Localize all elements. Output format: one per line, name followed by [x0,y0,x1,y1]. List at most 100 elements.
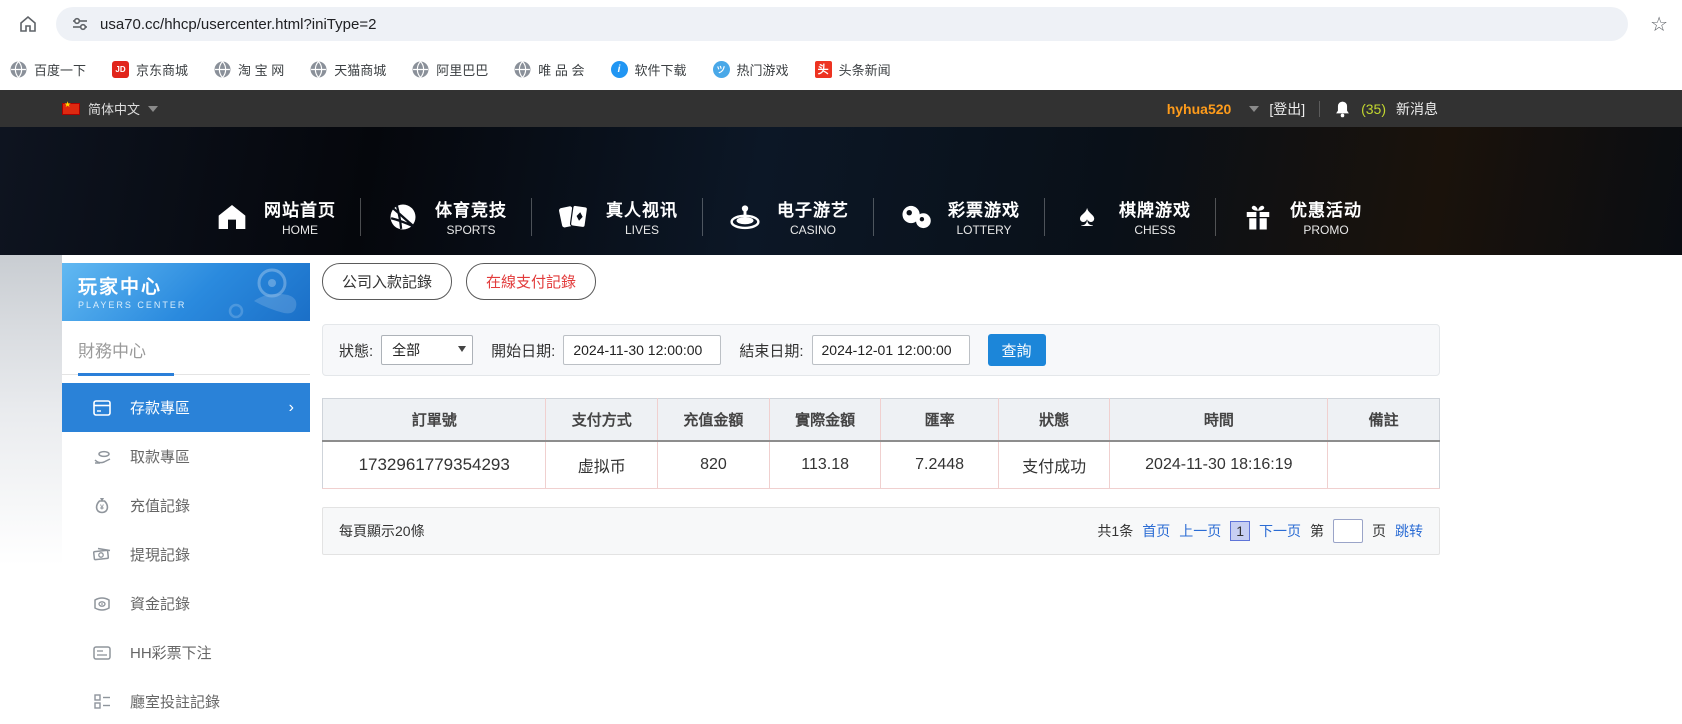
hand-money-icon [92,449,112,465]
cell-pay-method: 虚拟币 [545,440,658,489]
bookmark-vip[interactable]: 唯 品 会 [514,60,585,79]
end-date-label: 結束日期: [739,342,804,360]
browser-home-button[interactable] [14,10,42,38]
prev-page-link[interactable]: 上一页 [1179,521,1221,541]
nav-casino[interactable]: 电子游艺 CASINO [703,196,873,237]
page-label-before: 第 [1310,523,1324,539]
logout-link[interactable]: [登出] [1269,99,1305,119]
deposit-card-icon [92,399,112,416]
sidebar-menu: 存款專區 › 取款專區 ¥ 充值記錄 提現記錄 資金記錄 HH彩票下注 廳室投註… [62,383,310,724]
cell-exchange-rate: 7.2448 [880,440,999,489]
col-actual-amount: 實際金額 [768,398,881,442]
status-select[interactable]: 全部 [381,335,474,365]
tab-online-payment-record[interactable]: 在線支付記錄 [466,263,597,300]
end-date-input[interactable] [811,335,970,365]
chevron-right-icon: › [288,398,294,416]
page-left-margin [0,255,62,724]
col-recharge-amount: 充值金額 [657,398,770,442]
game-icon: ツ [712,60,730,78]
nav-lottery[interactable]: 彩票游戏 LOTTERY [874,196,1044,237]
current-page-badge[interactable]: 1 [1230,521,1250,541]
bookmark-star-icon[interactable]: ☆ [1650,12,1668,37]
software-download-icon: i [610,60,628,78]
nav-sports[interactable]: 体育竞技 SPORTS [361,196,531,237]
site-topbar: ★ 简体中文 hyhua520 [登出] (35) 新消息 [0,90,1682,127]
cell-actual-amount: 113.18 [768,440,881,489]
toutiao-icon: 头 [814,60,832,78]
sidebar-item-funds-record[interactable]: 資金記錄 [62,579,310,628]
bookmark-games[interactable]: ツ 热门游戏 [712,60,789,79]
bookmark-tmall[interactable]: 天猫商城 [310,60,386,79]
jump-link[interactable]: 跳转 [1395,521,1423,541]
username-label[interactable]: hyhua520 [1167,101,1232,117]
sidebar-item-hh-lottery-bets[interactable]: HH彩票下注 [62,628,310,677]
sports-ball-icon [385,199,421,235]
cell-recharge-amount: 820 [657,440,770,489]
main-navigation: 网站首页 HOME 体育竞技 SPORTS 真人视讯 LIVES 电子游艺 CA… [0,127,1682,255]
first-page-link[interactable]: 首页 [1142,521,1170,541]
cell-order-no: 1732961779354293 [322,440,546,489]
search-button[interactable]: 查詢 [987,334,1046,366]
message-label[interactable]: 新消息 [1396,99,1438,119]
jd-icon: JD [112,60,130,78]
cell-remark [1327,440,1440,489]
page-label-after: 页 [1372,523,1386,539]
roulette-icon [727,199,763,235]
nav-chess[interactable]: ♠ 棋牌游戏 CHESS [1045,196,1215,237]
chevron-down-icon[interactable] [148,105,159,112]
globe-icon [412,60,429,78]
bookmark-toutiao[interactable]: 头 头条新闻 [814,60,891,79]
sidebar-item-withdrawal-record[interactable]: 提現記錄 [62,530,310,579]
start-date-input[interactable] [563,335,722,365]
ticket-list-icon [92,645,112,660]
bookmark-software[interactable]: i 软件下载 [610,60,687,79]
sidebar-item-hall-bet-record[interactable]: 廳室投註記錄 [62,677,310,724]
banknote-icon [92,547,112,562]
bookmark-alibaba[interactable]: 阿里巴巴 [412,60,488,79]
money-bag-icon: ¥ [92,497,112,514]
col-remark: 備註 [1327,398,1440,442]
browser-toolbar: usa70.cc/hhcp/usercenter.html?iniType=2 … [0,0,1682,48]
list-items-icon [92,694,112,709]
payment-records-table: 訂單號 支付方式 充值金額 實際金額 匯率 狀態 時間 備註 173296177… [322,398,1440,489]
table-row: 1732961779354293 虚拟币 820 113.18 7.2448 支… [322,440,1440,489]
bookmark-taobao[interactable]: 淘 宝 网 [214,60,284,79]
chevron-down-icon[interactable] [1249,105,1260,112]
globe-icon [310,60,327,78]
cell-status: 支付成功 [997,440,1110,489]
page-jump-input[interactable] [1333,519,1363,543]
sidebar-header: 玩家中心 PLAYERS CENTER [62,263,310,321]
bookmark-baidu[interactable]: 百度一下 [10,60,86,79]
bookmarks-bar: 百度一下 JD 京东商城 淘 宝 网 天猫商城 阿里巴巴 唯 品 会 i 软件下… [0,48,1682,90]
status-label: 狀態: [339,342,374,360]
filter-bar: 狀態: 全部 開始日期: 結束日期: 查詢 [322,324,1440,376]
svg-text:¥: ¥ [100,505,104,512]
wallet-icon [92,596,112,611]
language-selector[interactable]: 简体中文 [88,99,140,118]
bookmark-jd[interactable]: JD 京东商城 [112,60,188,79]
next-page-link[interactable]: 下一页 [1259,521,1301,541]
player-center-sidebar: 玩家中心 PLAYERS CENTER 財務中心 存款專區 › 取款專區 ¥ 充… [62,263,310,724]
cell-time: 2024-11-30 18:16:19 [1109,440,1328,489]
url-text[interactable]: usa70.cc/hhcp/usercenter.html?iniType=2 [100,16,376,33]
gift-icon [1240,199,1276,235]
address-bar[interactable]: usa70.cc/hhcp/usercenter.html?iniType=2 [56,7,1629,41]
total-count-text: 共1条 [1097,523,1134,539]
tab-company-deposit-record[interactable]: 公司入款記錄 [322,263,453,300]
home-icon [20,15,36,32]
pagination-bar: 每頁顯示20條 共1条 首页 上一页 1 下一页 第 页 跳转 [322,507,1440,555]
sidebar-item-deposit[interactable]: 存款專區 › [62,383,310,432]
sidebar-item-recharge-record[interactable]: ¥ 充值記錄 [62,481,310,530]
col-time: 時間 [1109,398,1328,442]
china-flag-icon: ★ [62,100,80,115]
bell-icon[interactable] [1334,100,1351,118]
nav-home[interactable]: 网站首页 HOME [190,196,360,237]
globe-icon [214,60,231,78]
nav-lives[interactable]: 真人视讯 LIVES [532,196,702,237]
globe-icon [514,60,531,78]
site-settings-icon[interactable] [72,16,88,32]
nav-promo[interactable]: 优惠活动 PROMO [1216,196,1386,237]
sidebar-item-withdraw[interactable]: 取款專區 [62,432,310,481]
gamepad-decoration-icon [228,268,297,319]
message-count[interactable]: (35) [1361,101,1386,117]
